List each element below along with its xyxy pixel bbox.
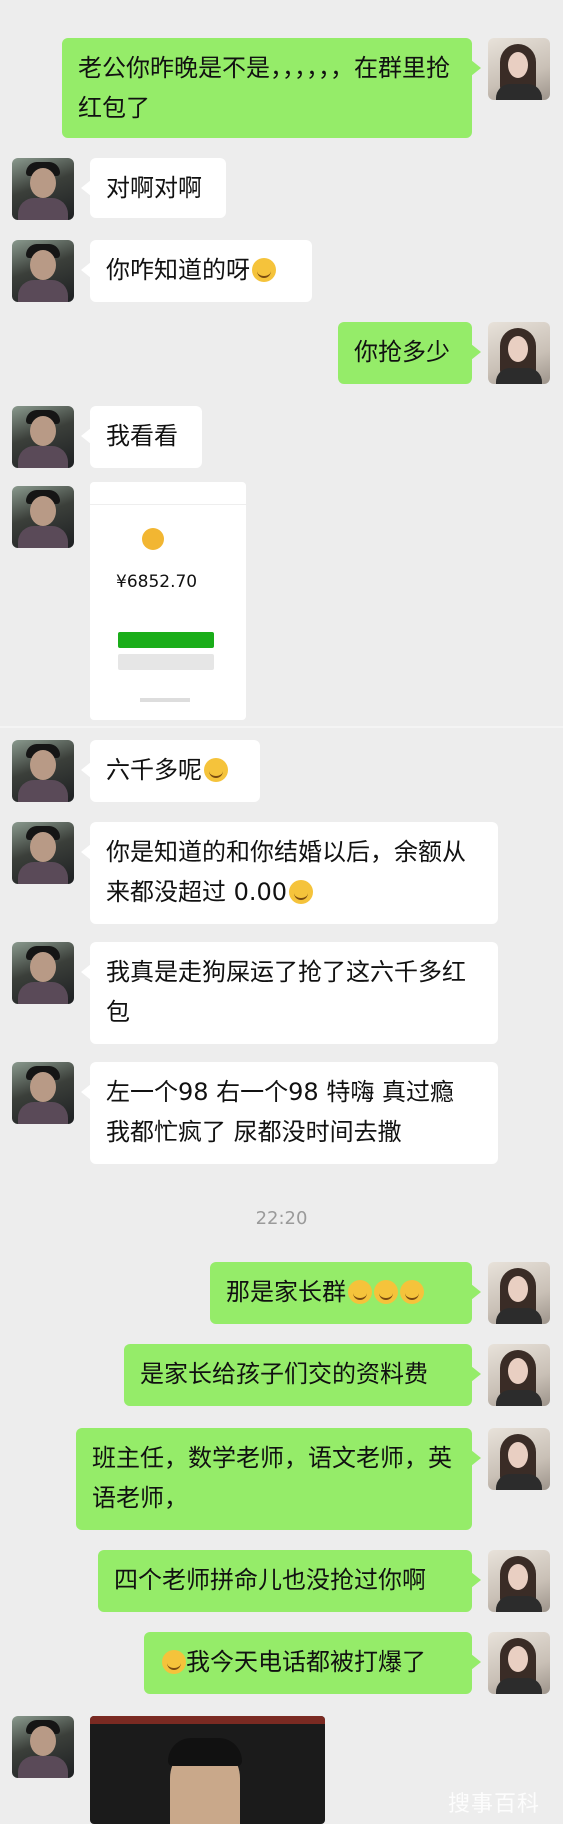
message-bubble-received[interactable]: 六千多呢 [81, 740, 260, 802]
message-bubble-received[interactable]: 我真是走狗屎运了抢了这六千多红包 [81, 942, 498, 1044]
avatar-husband[interactable] [12, 158, 74, 220]
message-bubble-received[interactable]: 左一个98 右一个98 特嗨 真过瘾 我都忙疯了 尿都没时间去撒 [81, 1062, 498, 1164]
wallet-gray-button [118, 654, 214, 670]
message-bubble-sent[interactable]: 是家长给孩子们交的资料费 [124, 1344, 481, 1406]
smiling-face-emoji-icon [252, 258, 276, 282]
message-text: 六千多呢 [106, 756, 202, 784]
wallet-footer-text [140, 698, 190, 702]
message-text: 那是家长群 [226, 1278, 346, 1306]
message-text: 我看看 [106, 422, 178, 450]
watermark-logo: 搜事百科 [448, 1792, 541, 1817]
message-text: 四个老师拼命儿也没抢过你啊 [114, 1566, 426, 1594]
message-bubble-sent[interactable]: 你抢多少 [338, 322, 481, 384]
message-bubble-sent[interactable]: 那是家长群 [210, 1262, 481, 1324]
chat-timestamp: 22:20 [255, 1208, 308, 1229]
grinning-face-emoji-icon [162, 1650, 186, 1674]
wallet-screenshot-image[interactable]: ¥6852.70 [90, 482, 246, 720]
crying-face-emoji-icon [289, 880, 314, 904]
avatar-wife[interactable] [488, 1550, 550, 1612]
message-text: 我真是走狗屎运了抢了这六千多红包 [106, 958, 466, 1026]
message-bubble-received[interactable]: 你咋知道的呀 [81, 240, 312, 302]
message-bubble-sent[interactable]: 四个老师拼命儿也没抢过你啊 [98, 1550, 481, 1612]
avatar-husband[interactable] [12, 822, 74, 884]
wallet-green-button [118, 632, 214, 648]
photo-frame [90, 1716, 325, 1724]
avatar-husband[interactable] [12, 1062, 74, 1124]
avatar-husband[interactable] [12, 406, 74, 468]
message-bubble-received[interactable]: 我看看 [81, 406, 202, 468]
wallet-balance: ¥6852.70 [116, 572, 198, 592]
message-bubble-received[interactable]: 对啊对啊 [81, 158, 226, 218]
wallet-header-bar [90, 482, 246, 505]
avatar-wife[interactable] [488, 1428, 550, 1490]
message-bubble-received[interactable]: 你是知道的和你结婚以后，余额从来都没超过 0.00 [81, 822, 498, 924]
laughing-face-emoji-icon [348, 1280, 372, 1304]
avatar-wife[interactable] [488, 1632, 550, 1694]
message-text: 是家长给孩子们交的资料费 [140, 1360, 428, 1388]
avatar-husband[interactable] [12, 486, 74, 548]
photo-message-image[interactable] [90, 1716, 325, 1824]
laughing-face-emoji-icon [374, 1280, 398, 1304]
message-text: 班主任，数学老师，语文老师，英语老师， [92, 1444, 452, 1512]
coin-icon [142, 528, 164, 550]
message-bubble-sent[interactable]: 班主任，数学老师，语文老师，英语老师， [76, 1428, 481, 1530]
avatar-husband[interactable] [12, 740, 74, 802]
avatar-wife[interactable] [488, 1344, 550, 1406]
avatar-husband[interactable] [12, 942, 74, 1004]
message-bubble-sent[interactable]: 我今天电话都被打爆了 [144, 1632, 481, 1694]
avatar-wife[interactable] [488, 1262, 550, 1324]
avatar-wife[interactable] [488, 322, 550, 384]
avatar-husband[interactable] [12, 240, 74, 302]
message-text: 你是知道的和你结婚以后，余额从来都没超过 0.00 [106, 838, 466, 906]
laughing-face-emoji-icon [400, 1280, 424, 1304]
message-bubble-sent[interactable]: 老公你昨晚是不是，，，，，，在群里抢红包了 [62, 38, 481, 138]
image-seam [0, 726, 563, 728]
message-text: 对啊对啊 [106, 174, 202, 202]
message-text: 老公你昨晚是不是，，，，，，在群里抢红包了 [78, 54, 450, 122]
message-text: 我今天电话都被打爆了 [186, 1648, 426, 1676]
message-text: 你抢多少 [354, 338, 450, 366]
message-text: 你咋知道的呀 [106, 256, 250, 284]
avatar-wife[interactable] [488, 38, 550, 100]
photo-hair [168, 1738, 242, 1766]
thinking-face-emoji-icon [204, 758, 228, 782]
message-text: 左一个98 右一个98 特嗨 真过瘾 我都忙疯了 尿都没时间去撒 [106, 1078, 454, 1146]
avatar-husband[interactable] [12, 1716, 74, 1778]
